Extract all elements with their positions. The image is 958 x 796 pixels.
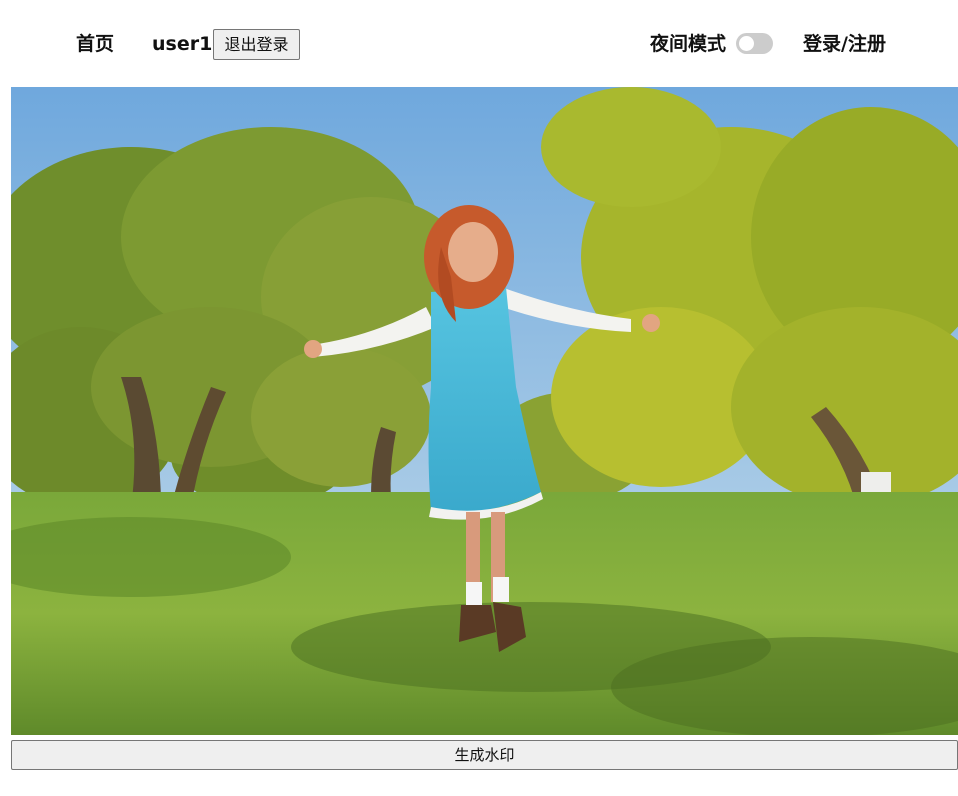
login-register-link[interactable]: 登录/注册	[803, 31, 886, 57]
night-mode-toggle[interactable]	[736, 33, 773, 54]
main-photo	[11, 87, 958, 735]
nav-home-link[interactable]: 首页	[76, 31, 114, 57]
logout-button[interactable]: 退出登录	[213, 29, 300, 60]
generate-watermark-button[interactable]: 生成水印	[11, 740, 958, 770]
toggle-knob	[739, 36, 754, 51]
username-label: user1	[152, 33, 213, 55]
night-mode-label: 夜间模式	[650, 33, 727, 55]
top-navbar: 首页 user1 退出登录 夜间模式 登录/注册	[0, 0, 958, 87]
